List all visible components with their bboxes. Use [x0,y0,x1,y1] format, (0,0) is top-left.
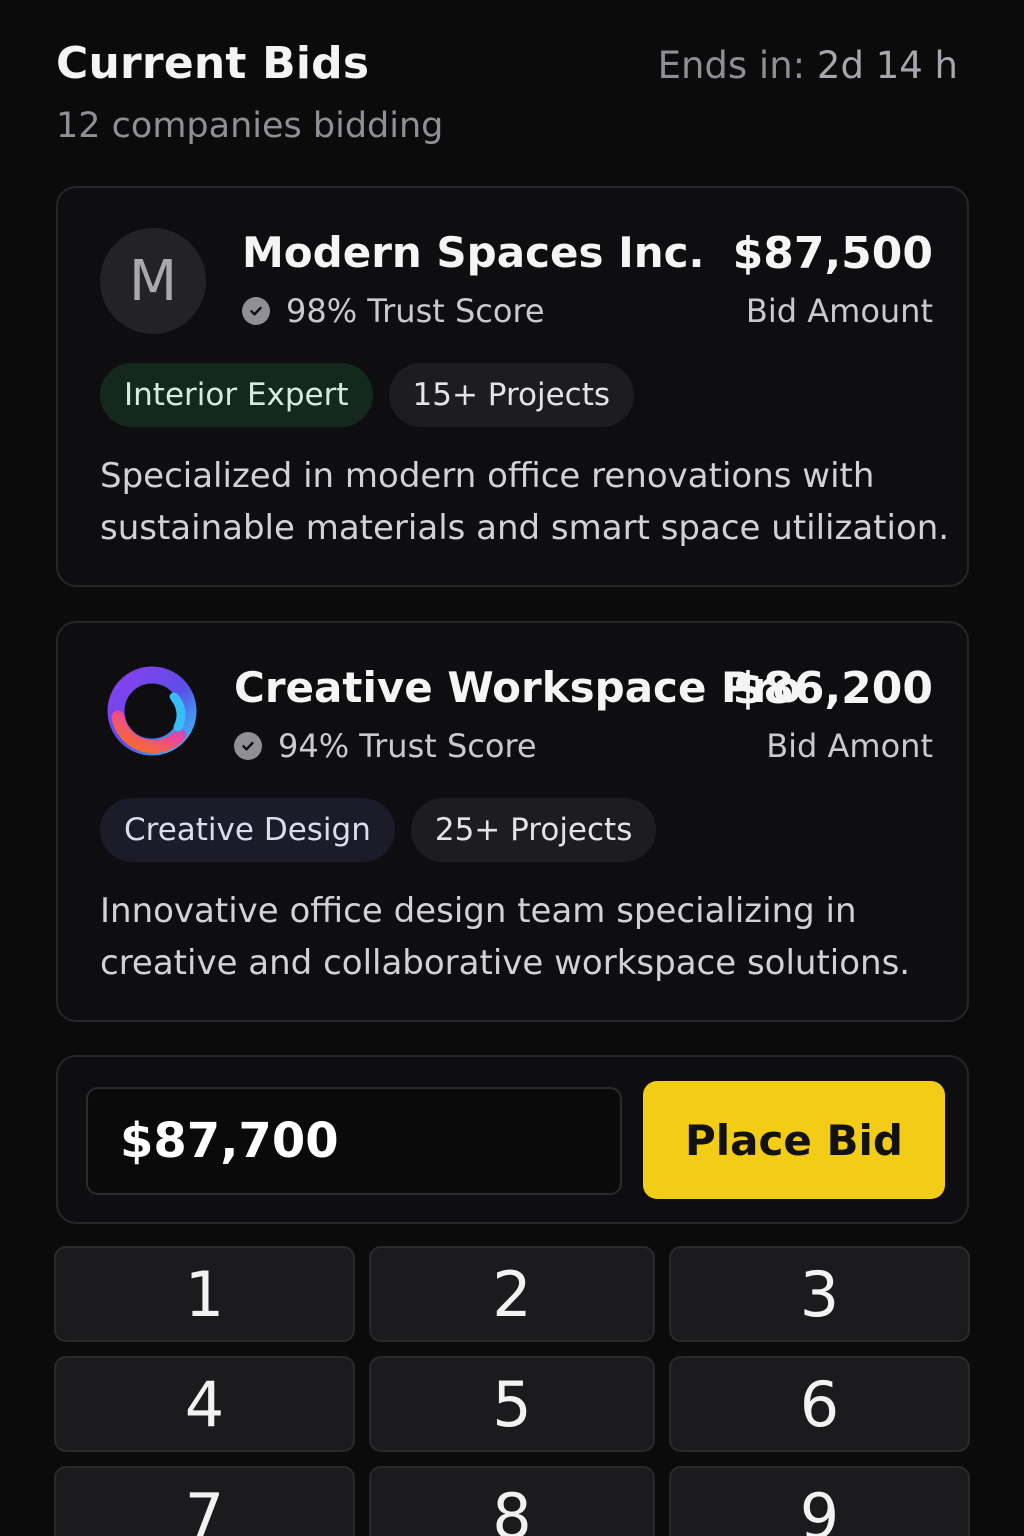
company-description: Specialized in modern office renovations… [100,456,950,548]
verified-check-icon [242,297,270,325]
avatar-letter: M [128,248,178,314]
tag-creative-design: Creative Design [100,798,395,862]
header: Current Bids 12 companies bidding Ends i… [56,38,960,158]
keypad-key-8[interactable]: 8 [369,1466,655,1536]
bid-amount: $86,200 [732,663,933,714]
bid-card[interactable]: M Modern Spaces Inc. 98% Trust Score $87… [56,186,969,587]
keypad-key-5[interactable]: 5 [369,1356,655,1452]
tag-interior-expert: Interior Expert [100,363,373,427]
swirl-logo-icon [107,666,197,756]
bid-amount-label: Bid Amount [745,292,933,330]
keypad-key-4[interactable]: 4 [54,1356,355,1452]
trust-score-text: 98% Trust Score [286,292,545,330]
trust-score-text: 94% Trust Score [278,727,537,765]
place-bid-button[interactable]: Place Bid [643,1081,945,1199]
keypad-key-3[interactable]: 3 [669,1246,970,1342]
countdown-label: Ends in: [657,44,806,87]
tag-projects: 15+ Projects [388,363,635,427]
tag-list: Creative Design 25+ Projects [100,798,657,862]
keypad-key-1[interactable]: 1 [54,1246,355,1342]
tag-projects: 25+ Projects [410,798,657,862]
countdown: Ends in: 2d 14 h [658,44,958,87]
company-name: Creative Workspace Pro [234,663,802,712]
current-bids-screen: Current Bids 12 companies bidding Ends i… [0,0,1024,1536]
trust-score: 94% Trust Score [234,727,537,765]
page-title: Current Bids [56,38,370,89]
company-name: Modern Spaces Inc. [242,228,705,277]
company-description: Innovative office design team specializi… [100,891,911,983]
bid-card[interactable]: Creative Workspace Pro 94% Trust Score $… [56,621,969,1022]
keypad-key-7[interactable]: 7 [54,1466,355,1536]
bid-amount-input[interactable] [86,1087,622,1195]
bid-amount-label: Bid Amont [766,727,933,765]
bidders-count: 12 companies bidding [56,106,444,146]
countdown-value: 2d 14 h [816,44,958,87]
tag-list: Interior Expert 15+ Projects [100,363,635,427]
verified-check-icon [234,732,262,760]
bid-form: Place Bid [56,1055,969,1224]
bid-amount: $87,500 [732,228,933,279]
company-avatar: M [100,228,206,334]
keypad-key-2[interactable]: 2 [369,1246,655,1342]
trust-score: 98% Trust Score [242,292,545,330]
keypad-key-6[interactable]: 6 [669,1356,970,1452]
keypad-key-9[interactable]: 9 [669,1466,970,1536]
